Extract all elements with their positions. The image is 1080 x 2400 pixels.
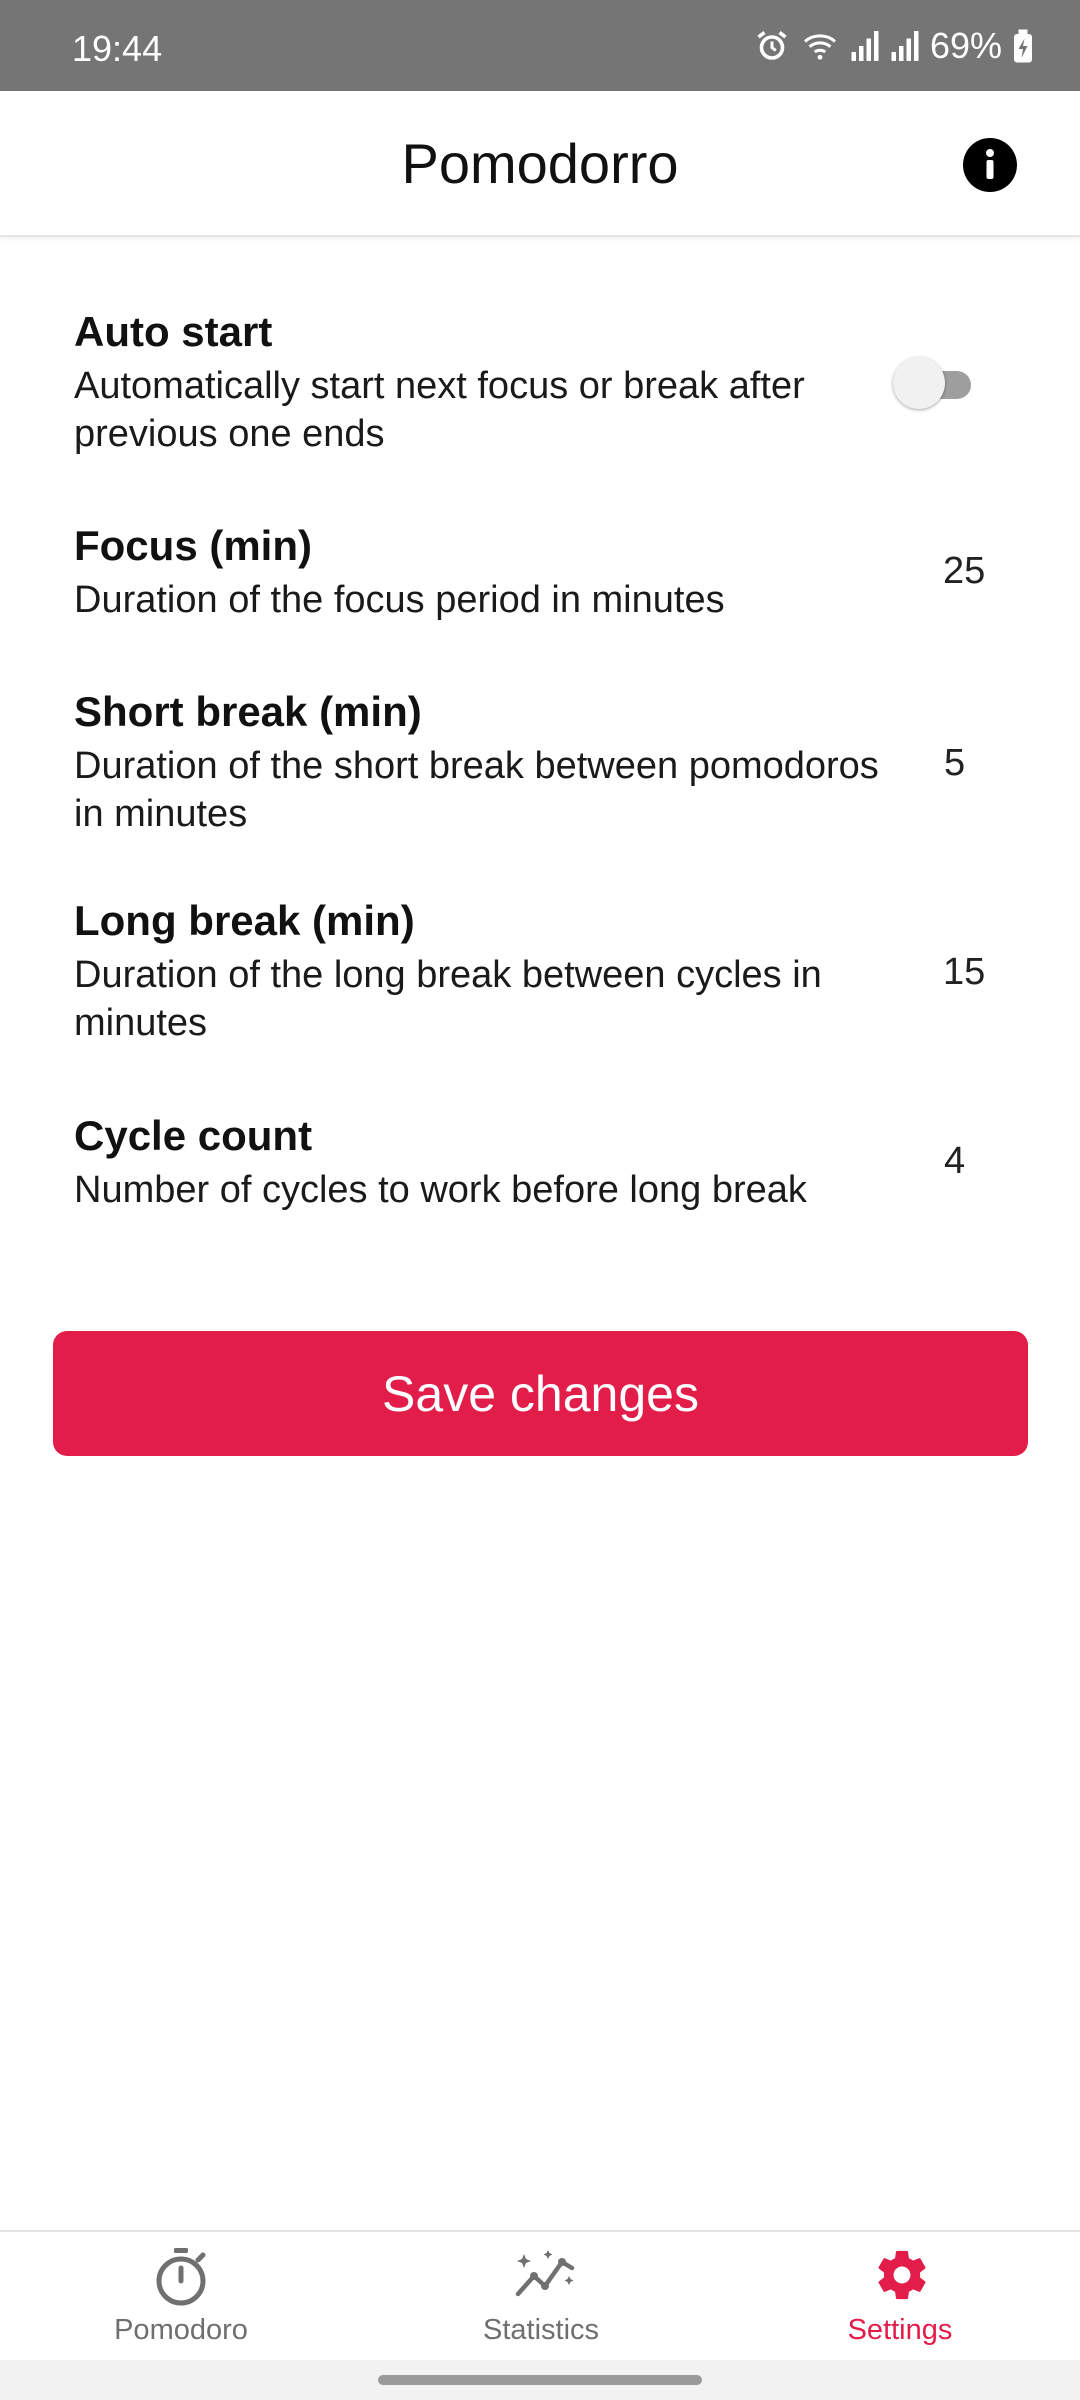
signal-icon bbox=[851, 31, 879, 61]
auto-start-toggle[interactable] bbox=[893, 357, 977, 411]
home-gesture-bar[interactable] bbox=[378, 2375, 702, 2385]
nav-label: Settings bbox=[847, 2314, 953, 2346]
bottom-nav: Pomodoro Statistics Settings bbox=[0, 2230, 1080, 2360]
alarm-icon bbox=[757, 31, 787, 60]
status-icons: 69% bbox=[754, 25, 1034, 66]
status-time: 19:44 bbox=[72, 28, 163, 69]
setting-title: Focus (min) bbox=[74, 522, 312, 569]
short-break-value[interactable]: 5 bbox=[944, 742, 965, 785]
gesture-area bbox=[0, 2360, 1080, 2400]
app-bar: Pomodorro bbox=[0, 91, 1080, 237]
setting-description: Number of cycles to work before long bre… bbox=[74, 1169, 807, 1211]
setting-focus[interactable]: Focus (min) Duration of the focus period… bbox=[74, 520, 1034, 624]
save-button[interactable]: Save changes bbox=[53, 1331, 1028, 1456]
setting-title: Short break (min) bbox=[74, 688, 422, 735]
toggle-thumb bbox=[893, 357, 945, 409]
long-break-value[interactable]: 15 bbox=[943, 951, 985, 994]
info-button[interactable] bbox=[963, 138, 1017, 192]
battery-charging-icon bbox=[1014, 29, 1032, 63]
setting-auto-start: Auto start Automatically start next focu… bbox=[74, 306, 1034, 458]
focus-value[interactable]: 25 bbox=[943, 550, 985, 593]
page-title: Pomodorro bbox=[401, 132, 679, 195]
setting-description: Duration of the long break between cycle… bbox=[74, 954, 822, 1044]
signal-icon bbox=[891, 31, 919, 61]
nav-label: Pomodoro bbox=[114, 2314, 248, 2346]
timer-icon bbox=[156, 2248, 206, 2306]
statistics-icon bbox=[515, 2250, 575, 2297]
nav-item-settings[interactable]: Settings bbox=[750, 2232, 1050, 2362]
battery-percent: 69% bbox=[929, 25, 1002, 66]
setting-cycle-count[interactable]: Cycle count Number of cycles to work bef… bbox=[74, 1110, 1034, 1214]
gear-icon bbox=[878, 2250, 926, 2300]
nav-item-pomodoro[interactable]: Pomodoro bbox=[31, 2232, 331, 2362]
setting-title: Auto start bbox=[74, 308, 273, 355]
cycle-count-value[interactable]: 4 bbox=[944, 1140, 965, 1183]
setting-description: Duration of the short break between pomo… bbox=[74, 745, 879, 835]
setting-title: Cycle count bbox=[74, 1112, 313, 1159]
setting-description: Automatically start next focus or break … bbox=[74, 365, 805, 455]
setting-short-break[interactable]: Short break (min) Duration of the short … bbox=[74, 686, 1034, 838]
setting-title: Long break (min) bbox=[74, 897, 415, 944]
wifi-icon bbox=[803, 34, 836, 60]
setting-long-break[interactable]: Long break (min) Duration of the long br… bbox=[74, 895, 1034, 1047]
nav-item-statistics[interactable]: Statistics bbox=[391, 2232, 691, 2362]
status-bar: 19:44 69% bbox=[0, 0, 1080, 91]
nav-label: Statistics bbox=[482, 2314, 600, 2346]
setting-description: Duration of the focus period in minutes bbox=[74, 579, 725, 621]
info-icon bbox=[963, 138, 1017, 192]
